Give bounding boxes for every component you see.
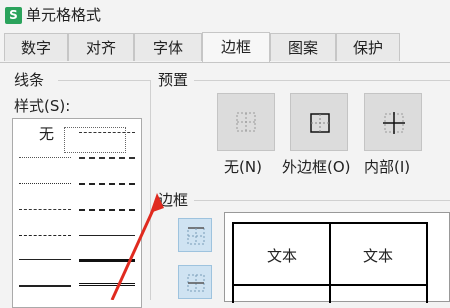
line-style-dash-dot[interactable] (19, 209, 71, 210)
preset-none-button[interactable] (217, 93, 275, 151)
line-group-divider (58, 80, 150, 81)
line-style-none[interactable]: 无 (39, 123, 54, 144)
no-border-icon (236, 112, 256, 132)
tab-pattern[interactable]: 图案 (270, 33, 336, 61)
border-preview[interactable]: 文本 文本 (224, 212, 450, 303)
line-style-thick[interactable] (79, 259, 135, 262)
title-bar: S 单元格格式 (0, 0, 450, 32)
line-group-right-edge (150, 80, 151, 300)
tab-font[interactable]: 字体 (134, 33, 202, 61)
line-style-medium-dash-dot[interactable] (79, 157, 135, 159)
selected-line-style-indicator (64, 127, 126, 153)
line-style-hair[interactable] (19, 157, 71, 158)
preset-inside-label: 内部(I) (364, 158, 411, 176)
line-style-thin[interactable] (79, 235, 135, 236)
style-label: 样式(S): (14, 97, 71, 115)
line-style-dashed[interactable] (19, 235, 71, 236)
line-group-label: 线条 (14, 71, 45, 89)
line-style-solid[interactable] (19, 259, 71, 260)
border-group-divider (194, 200, 450, 201)
preset-group-divider (194, 80, 450, 81)
preview-cell-left: 文本 (266, 247, 297, 265)
app-logo-icon: S (5, 7, 22, 24)
preset-outline-button[interactable] (290, 93, 348, 151)
line-style-medium-dashed[interactable] (79, 209, 135, 211)
line-style-double[interactable] (79, 283, 135, 286)
line-style-medium-dash-dot-dot[interactable] (79, 183, 135, 185)
border-group-label: 边框 (158, 191, 189, 209)
preset-none-label: 无(N) (224, 158, 262, 176)
middle-horizontal-border-button[interactable] (178, 265, 212, 299)
preset-outline-label: 外边框(O) (282, 158, 351, 176)
preset-group-label: 预置 (158, 71, 189, 89)
middle-horizontal-border-icon (187, 274, 205, 292)
preview-cell-right: 文本 (362, 247, 393, 265)
tab-alignment[interactable]: 对齐 (68, 33, 134, 61)
tab-protection[interactable]: 保护 (336, 33, 400, 61)
outline-border-icon (310, 113, 330, 133)
tab-border[interactable]: 边框 (202, 32, 270, 63)
inside-border-icon (383, 112, 405, 134)
tab-bar: 数字 对齐 字体 边框 图案 保护 (0, 32, 450, 63)
tab-number[interactable]: 数字 (4, 33, 68, 61)
line-style-medium[interactable] (19, 285, 71, 287)
top-border-icon (187, 227, 205, 245)
line-style-dotted[interactable] (19, 183, 71, 184)
dialog-title: 单元格格式 (26, 6, 102, 24)
preset-inside-button[interactable] (364, 93, 422, 151)
top-border-button[interactable] (178, 218, 212, 252)
tab-divider (0, 62, 450, 63)
